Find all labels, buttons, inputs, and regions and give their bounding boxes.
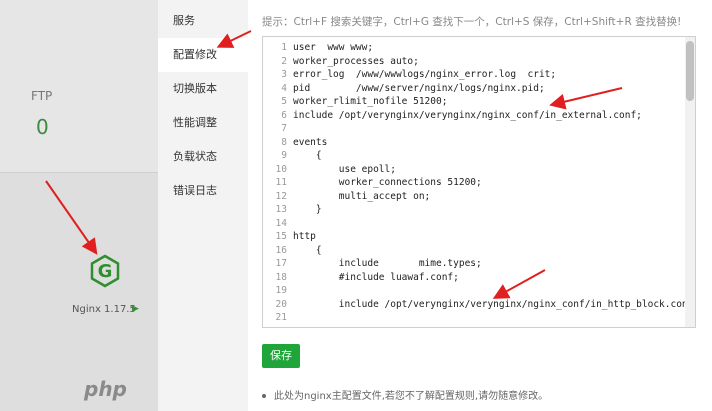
line-number: 5 <box>281 96 287 107</box>
editor-line[interactable]: 21 <box>263 311 683 325</box>
editor-line[interactable]: 18 #include luawaf.conf; <box>263 271 683 285</box>
line-text: worker_rlimit_nofile 51200; <box>293 96 448 107</box>
line-number: 1 <box>281 42 287 53</box>
line-number: 6 <box>281 109 287 121</box>
line-text: user www www; <box>293 42 374 53</box>
line-number: 11 <box>275 177 287 188</box>
line-text: use epoll; <box>293 163 396 175</box>
editor-line[interactable]: 3 error_log /www/wwwlogs/nginx_error.log … <box>263 68 683 82</box>
editor-hint: 提示：Ctrl+F 搜索关键字，Ctrl+G 查找下一个，Ctrl+S 保存，C… <box>262 16 682 28</box>
config-note-text: 此处为nginx主配置文件,若您不了解配置规则,请勿随意修改。 <box>274 391 549 402</box>
editor-line[interactable]: 8 events <box>263 136 683 150</box>
line-number: 20 <box>275 298 287 310</box>
line-text: include mime.types; <box>293 258 482 269</box>
config-note: 此处为nginx主配置文件,若您不了解配置规则,请勿随意修改。 <box>262 387 548 402</box>
editor-line[interactable]: 12 multi_accept on; <box>263 190 683 204</box>
ftp-label: FTP <box>31 89 53 103</box>
settings-menu: 服务 配置修改 切换版本 性能调整 负载状态 错误日志 <box>158 0 248 411</box>
editor-scroll-thumb[interactable] <box>686 41 694 101</box>
editor-line[interactable]: 20 include /opt/verynginx/verynginx/ngin… <box>263 298 695 312</box>
line-number: 16 <box>275 244 287 256</box>
editor-line[interactable]: 11 worker_connections 51200; <box>263 176 683 190</box>
editor-line[interactable]: 1 user www www; <box>263 41 683 55</box>
line-number: 21 <box>275 312 287 323</box>
line-number: 18 <box>275 271 287 283</box>
editor-line[interactable]: 13 } <box>263 203 683 217</box>
editor-scrollbar[interactable] <box>685 37 695 327</box>
line-number: 14 <box>275 217 287 229</box>
editor-line[interactable]: 4 pid /www/server/nginx/logs/nginx.pid; <box>263 82 683 96</box>
menu-item-error-log[interactable]: 错误日志 <box>158 174 248 208</box>
editor-line[interactable]: 15 http <box>263 230 683 244</box>
editor-line[interactable]: 19 <box>263 284 683 298</box>
line-number: 12 <box>275 190 287 202</box>
bullet-icon <box>262 394 266 398</box>
line-text: } <box>293 204 322 215</box>
line-text: { <box>293 244 322 256</box>
line-number: 8 <box>281 136 287 148</box>
line-number: 9 <box>281 150 287 161</box>
nginx-logo-icon: G <box>90 254 120 288</box>
menu-item-performance[interactable]: 性能调整 <box>158 106 248 140</box>
line-number: 2 <box>281 55 287 67</box>
editor-line[interactable]: 5 worker_rlimit_nofile 51200; <box>263 95 683 109</box>
editor-line[interactable]: 17 include mime.types; <box>263 257 683 271</box>
editor-line[interactable]: 6 include /opt/verynginx/verynginx/nginx_… <box>263 109 683 123</box>
line-text: multi_accept on; <box>293 190 431 202</box>
menu-item-config-edit[interactable]: 配置修改 <box>158 38 248 72</box>
line-number: 4 <box>281 82 287 94</box>
line-text: include /opt/verynginx/verynginx/nginx_c… <box>293 109 642 121</box>
line-text: { <box>293 150 322 161</box>
config-editor[interactable]: 1 user www www; 2 worker_processes auto; 3 er… <box>262 36 696 328</box>
nginx-version-label: Nginx 1.17.5 <box>72 304 136 315</box>
line-text: worker_connections 51200; <box>293 177 482 188</box>
line-text: error_log /www/wwwlogs/nginx_error.log c… <box>293 69 557 80</box>
line-text: pid /www/server/nginx/logs/nginx.pid; <box>293 82 545 94</box>
line-number: 10 <box>275 163 287 175</box>
line-text: #include luawaf.conf; <box>293 271 459 283</box>
play-icon[interactable]: ▶ <box>132 304 139 314</box>
editor-line[interactable]: 10 use epoll; <box>263 163 683 177</box>
menu-item-load-status[interactable]: 负载状态 <box>158 140 248 174</box>
ftp-card: FTP 0 <box>0 0 158 173</box>
php-logo: php <box>84 377 127 401</box>
editor-line[interactable]: 9 { <box>263 149 683 163</box>
menu-item-service[interactable]: 服务 <box>158 4 248 38</box>
menu-item-switch-version[interactable]: 切换版本 <box>158 72 248 106</box>
line-number: 15 <box>275 231 287 242</box>
line-text: http <box>293 231 316 242</box>
line-number: 7 <box>281 123 287 134</box>
save-button[interactable]: 保存 <box>262 344 300 368</box>
nginx-settings-panel: 服务 配置修改 切换版本 性能调整 负载状态 错误日志 提示：Ctrl+F 搜索… <box>158 0 712 411</box>
line-number: 19 <box>275 285 287 296</box>
line-text: worker_processes auto; <box>293 55 419 67</box>
svg-text:G: G <box>98 261 113 282</box>
editor-line[interactable]: 7 <box>263 122 683 136</box>
editor-line[interactable]: 16 { <box>263 244 683 258</box>
line-number: 13 <box>275 204 287 215</box>
line-text: include /opt/verynginx/verynginx/nginx_c… <box>293 298 696 310</box>
ftp-count: 0 <box>36 115 49 139</box>
editor-line[interactable]: 2 worker_processes auto; <box>263 55 683 69</box>
line-number: 3 <box>281 69 287 80</box>
line-number: 17 <box>275 258 287 269</box>
editor-line[interactable]: 14 <box>263 217 683 231</box>
line-text: events <box>293 136 328 148</box>
